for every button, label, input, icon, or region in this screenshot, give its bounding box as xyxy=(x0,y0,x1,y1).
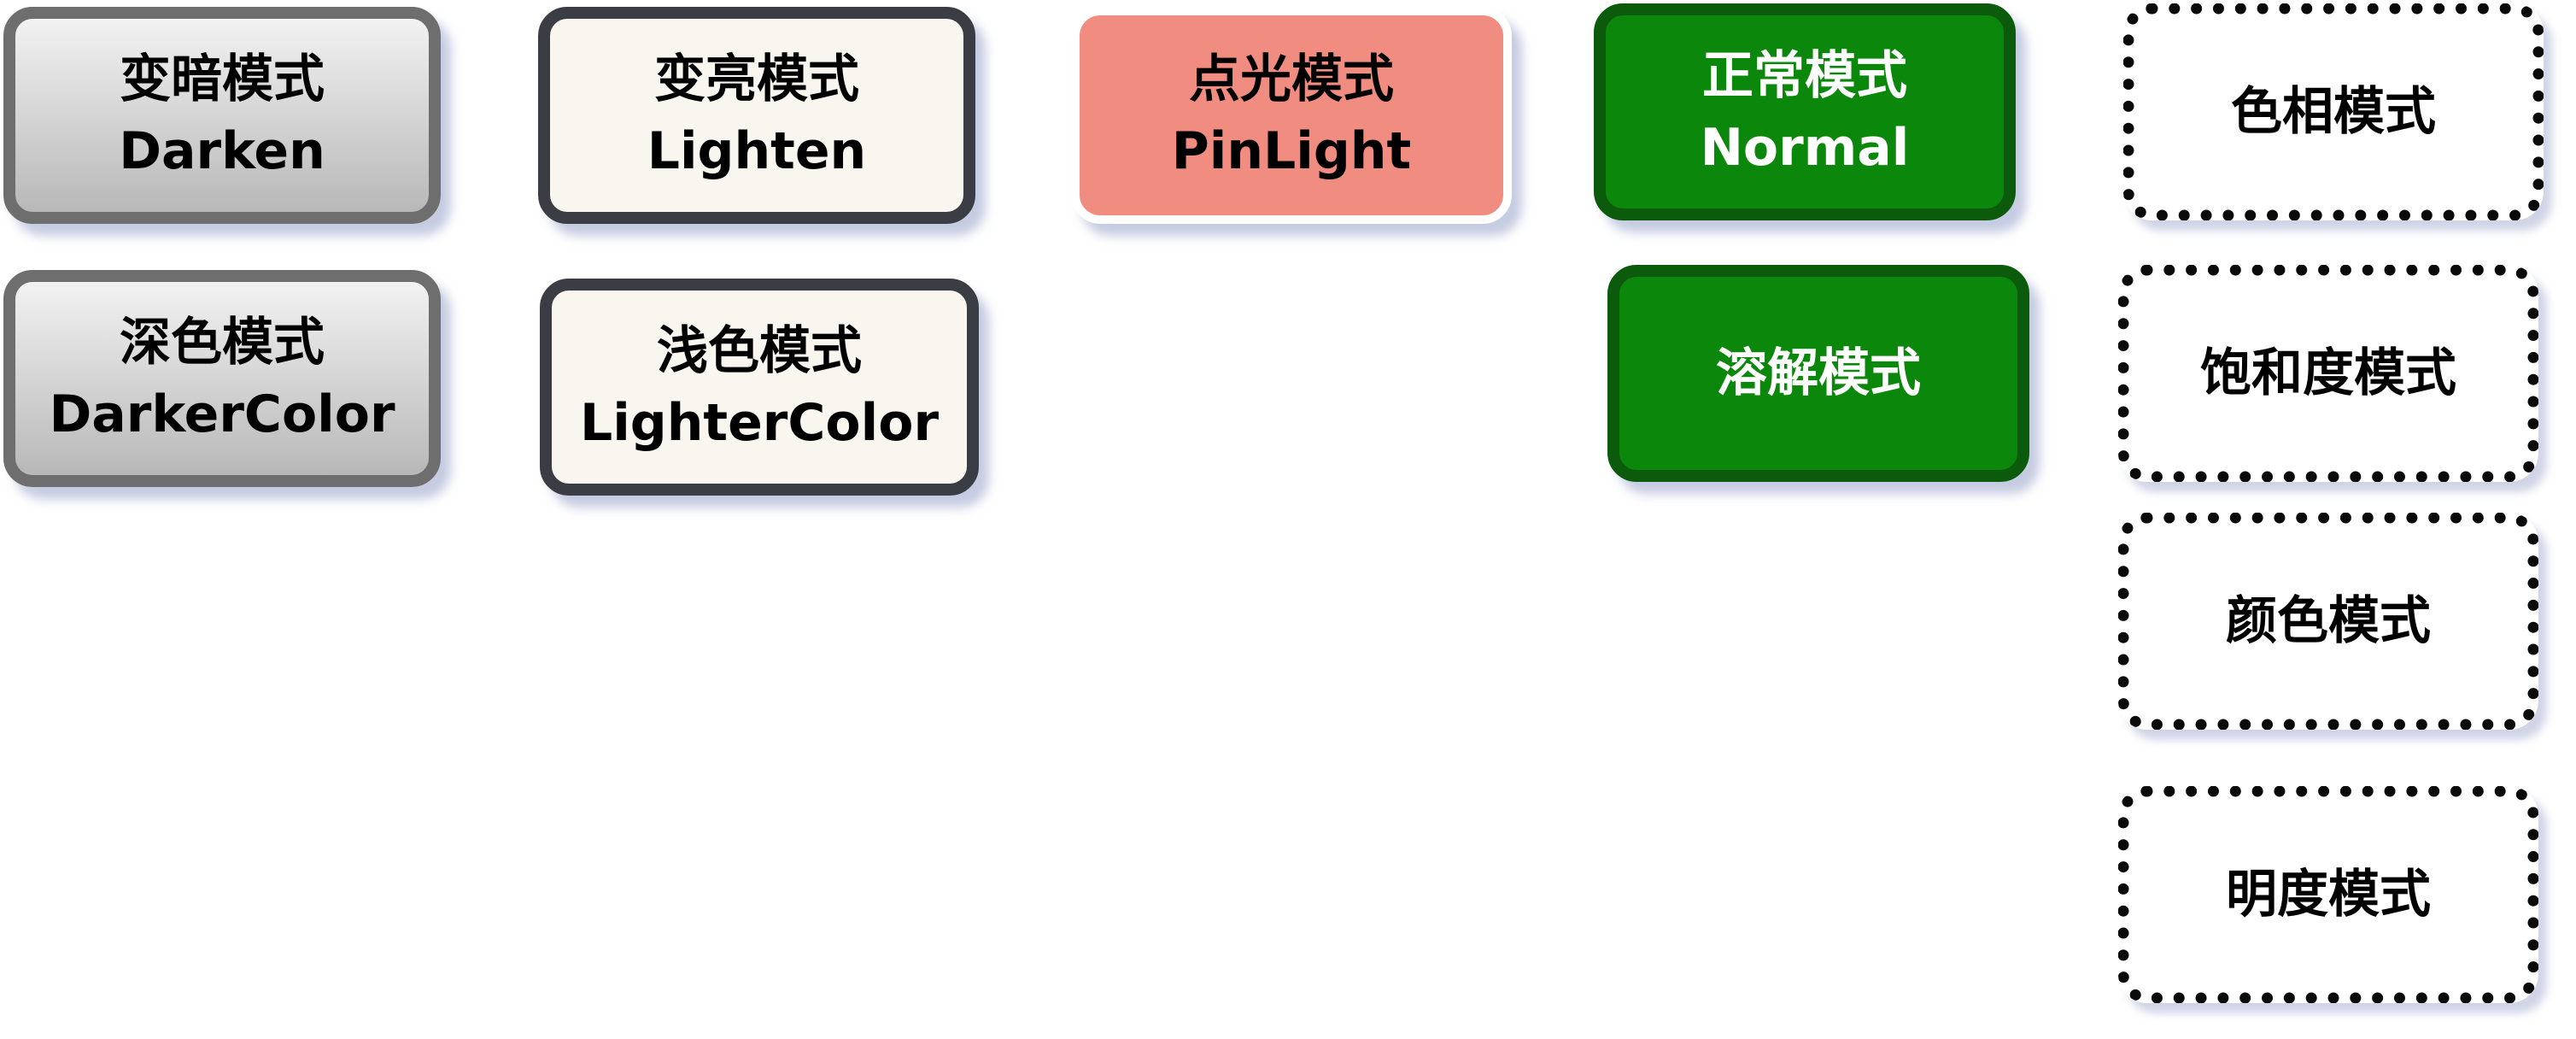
normal-mode-box: 正常模式 Normal xyxy=(1594,3,2016,220)
dissolve-mode-zh: 溶解模式 xyxy=(1716,343,1921,403)
lighten-mode-zh: 变亮模式 xyxy=(654,50,859,109)
saturation-mode-zh: 饱和度模式 xyxy=(2200,343,2456,403)
lighten-mode-en: Lighten xyxy=(647,121,867,181)
lighten-mode-box: 变亮模式 Lighten xyxy=(538,7,975,224)
color-mode-box: 颜色模式 xyxy=(2118,513,2538,730)
darker-color-mode-en: DarkerColor xyxy=(49,384,395,444)
pin-light-mode-zh: 点光模式 xyxy=(1189,50,1394,109)
luminosity-mode-zh: 明度模式 xyxy=(2226,865,2431,925)
luminosity-mode-box: 明度模式 xyxy=(2118,786,2538,1003)
pin-light-mode-en: PinLight xyxy=(1171,121,1412,181)
dissolve-mode-box: 溶解模式 xyxy=(1607,265,2029,482)
darken-mode-zh: 变暗模式 xyxy=(120,50,325,109)
normal-mode-zh: 正常模式 xyxy=(1702,46,1907,106)
normal-mode-en: Normal xyxy=(1700,118,1910,178)
pin-light-mode-box: 点光模式 PinLight xyxy=(1071,7,1512,224)
lighter-color-mode-box: 浅色模式 LighterColor xyxy=(540,279,979,496)
lighter-color-mode-en: LighterColor xyxy=(579,393,940,453)
darken-mode-box: 变暗模式 Darken xyxy=(3,7,441,224)
blend-modes-diagram: 变暗模式 Darken 深色模式 DarkerColor 变亮模式 Lighte… xyxy=(0,0,2576,1039)
color-mode-zh: 颜色模式 xyxy=(2226,591,2431,651)
darker-color-mode-box: 深色模式 DarkerColor xyxy=(3,270,441,487)
hue-mode-zh: 色相模式 xyxy=(2231,82,2436,142)
darken-mode-en: Darken xyxy=(119,121,325,181)
darker-color-mode-zh: 深色模式 xyxy=(120,313,325,373)
hue-mode-box: 色相模式 xyxy=(2123,3,2544,220)
saturation-mode-box: 饱和度模式 xyxy=(2118,265,2538,482)
lighter-color-mode-zh: 浅色模式 xyxy=(657,321,862,381)
